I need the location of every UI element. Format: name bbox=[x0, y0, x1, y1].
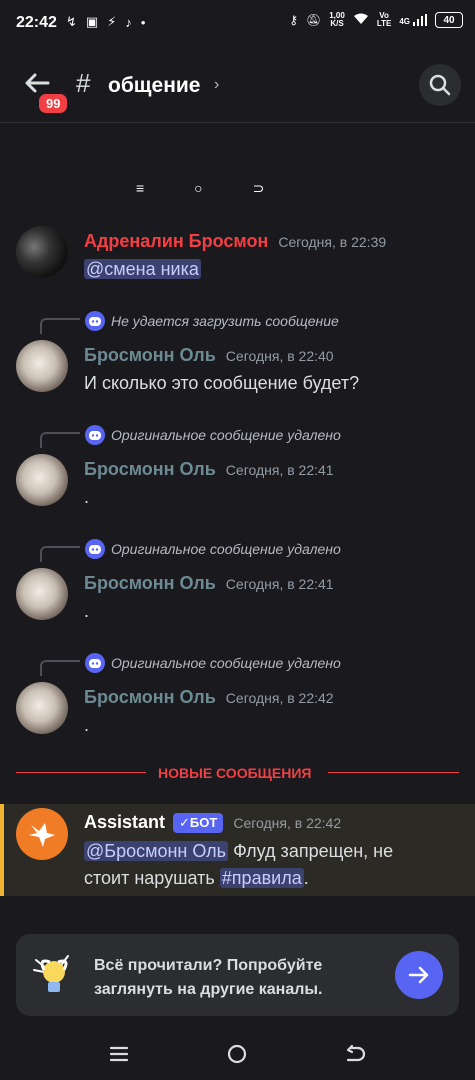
message-header: Бросмонн Оль Сегодня, в 22:41 bbox=[84, 459, 334, 480]
status-left-icons: ↯ ▣ ⚡ ♪ • bbox=[66, 14, 145, 30]
reply-connector bbox=[40, 546, 80, 562]
message-header: Бросмонн Оль Сегодня, в 22:42 bbox=[84, 687, 334, 708]
reply-connector bbox=[40, 318, 80, 334]
channel-header: 99 # общение › bbox=[0, 46, 475, 123]
all-read-card: Всё прочитали? Попробуйте заглянуть на д… bbox=[16, 934, 459, 1016]
avatar[interactable] bbox=[16, 454, 68, 506]
new-messages-label: НОВЫЕ СООБЩЕНИЯ bbox=[158, 765, 312, 781]
channel-title[interactable]: общение bbox=[108, 74, 200, 98]
discord-icon bbox=[85, 539, 105, 559]
avatar[interactable] bbox=[16, 340, 68, 392]
nfc-icon: ↯ bbox=[66, 14, 77, 29]
timestamp: Сегодня, в 22:40 bbox=[225, 348, 334, 364]
menu-icon[interactable]: ≡ bbox=[136, 180, 144, 197]
message-text-end: . bbox=[303, 868, 309, 888]
timestamp: Сегодня, в 22:42 bbox=[225, 690, 334, 706]
timestamp: Сегодня, в 22:41 bbox=[225, 576, 334, 592]
mini-navigation: ≡ ○ ⊃ bbox=[136, 180, 264, 197]
unread-badge: 99 bbox=[36, 91, 71, 116]
key-icon: ⚷ bbox=[289, 13, 298, 27]
reply-text: Оригинальное сообщение удалено bbox=[111, 427, 341, 443]
new-messages-line-right bbox=[328, 772, 459, 773]
signal-label: 4G bbox=[399, 17, 410, 26]
channel-link[interactable]: #правила bbox=[219, 868, 304, 888]
discord-icon bbox=[85, 311, 105, 331]
search-button[interactable] bbox=[419, 64, 461, 106]
speed-unit: K/S bbox=[330, 19, 344, 28]
battery-icon: 40 bbox=[435, 12, 463, 28]
system-navigation-bar bbox=[0, 1040, 475, 1080]
username[interactable]: Бросмонн Оль bbox=[84, 459, 216, 479]
username[interactable]: Бросмонн Оль bbox=[84, 687, 216, 707]
reply-preview[interactable]: Не удается загрузить сообщение bbox=[85, 311, 339, 331]
wifi-icon bbox=[353, 13, 369, 28]
message-header: Assistant ✓БОТ Сегодня, в 22:42 bbox=[84, 812, 341, 833]
timestamp: Сегодня, в 22:42 bbox=[233, 814, 342, 831]
timestamp: Сегодня, в 22:39 bbox=[278, 234, 387, 250]
volte-bottom: LTE bbox=[376, 19, 392, 28]
reply-text: Оригинальное сообщение удалено bbox=[111, 541, 341, 557]
return-icon[interactable]: ⊃ bbox=[253, 180, 265, 197]
arrow-right-icon bbox=[408, 966, 429, 984]
reply-preview[interactable]: Оригинальное сообщение удалено bbox=[85, 425, 341, 445]
message-text-part: стоит нарушать bbox=[84, 868, 220, 888]
status-time: 22:42 bbox=[16, 14, 57, 31]
username[interactable]: Бросмонн Оль bbox=[84, 573, 216, 593]
fox-logo-icon bbox=[29, 823, 55, 847]
home-icon[interactable]: ○ bbox=[194, 180, 202, 197]
discord-icon bbox=[85, 653, 105, 673]
recent-apps-icon[interactable] bbox=[108, 1044, 130, 1064]
mention[interactable]: @Бросмонн Оль bbox=[84, 841, 229, 861]
app-icon: ▣ bbox=[85, 14, 99, 29]
avatar[interactable] bbox=[16, 682, 68, 734]
search-icon bbox=[429, 74, 451, 96]
card-text: Всё прочитали? Попробуйте заглянуть на д… bbox=[94, 954, 323, 1002]
new-messages-line-left bbox=[16, 772, 146, 773]
avatar[interactable] bbox=[16, 568, 68, 620]
avatar[interactable] bbox=[16, 808, 68, 860]
home-icon[interactable] bbox=[226, 1043, 248, 1065]
chevron-right-icon[interactable]: › bbox=[214, 76, 219, 94]
next-channel-button[interactable] bbox=[395, 951, 443, 999]
message-text: . bbox=[84, 487, 90, 507]
mention[interactable]: @смена ника bbox=[84, 259, 201, 279]
status-bar: 22:42 ↯ ▣ ⚡ ♪ • ⚷ 🔕︎ 1,00 K/S Vo LTE 4G … bbox=[0, 0, 475, 46]
username[interactable]: Адреналин Бросмон bbox=[84, 231, 268, 251]
hash-icon: # bbox=[76, 68, 91, 98]
avatar[interactable] bbox=[16, 226, 68, 278]
card-line-1: Всё прочитали? Попробуйте bbox=[94, 957, 323, 974]
volte-indicator: Vo LTE bbox=[377, 12, 392, 28]
message-header: Бросмонн Оль Сегодня, в 22:40 bbox=[84, 345, 334, 366]
message-text: И сколько это сообщение будет? bbox=[84, 373, 360, 393]
back-icon[interactable] bbox=[344, 1044, 366, 1064]
timestamp: Сегодня, в 22:41 bbox=[225, 462, 334, 478]
username[interactable]: Бросмонн Оль bbox=[84, 345, 216, 365]
reply-connector bbox=[40, 432, 80, 448]
message-text: . bbox=[84, 715, 90, 735]
lightbulb-icon bbox=[32, 950, 76, 1005]
message-header: Бросмонн Оль Сегодня, в 22:41 bbox=[84, 573, 334, 594]
reply-preview[interactable]: Оригинальное сообщение удалено bbox=[85, 539, 341, 559]
reply-text: Оригинальное сообщение удалено bbox=[111, 655, 341, 671]
reply-preview[interactable]: Оригинальное сообщение удалено bbox=[85, 653, 341, 673]
message-text-part: Флуд запрещен, не bbox=[228, 841, 394, 861]
mute-icon: 🔕︎ bbox=[306, 13, 322, 27]
reply-connector bbox=[40, 660, 80, 676]
username[interactable]: Assistant bbox=[84, 812, 165, 833]
reply-text: Не удается загрузить сообщение bbox=[111, 313, 339, 329]
tiktok-icon: ♪ bbox=[125, 14, 132, 30]
dot-icon: • bbox=[140, 14, 146, 30]
message-text: . bbox=[84, 601, 90, 621]
net-speed: 1,00 K/S bbox=[329, 12, 345, 28]
message-text: @Бросмонн Оль Флуд запрещен, не стоит на… bbox=[84, 838, 459, 892]
signal-icon: 4G bbox=[399, 14, 427, 26]
discord-icon bbox=[85, 425, 105, 445]
run-icon: ⚡ bbox=[107, 14, 117, 29]
message-text: @смена ника bbox=[84, 256, 201, 283]
status-right-icons: ⚷ 🔕︎ 1,00 K/S Vo LTE 4G 40 bbox=[289, 12, 463, 28]
bot-badge: ✓БОТ bbox=[173, 812, 224, 833]
card-line-2: заглянуть на другие каналы. bbox=[94, 981, 323, 998]
message-header: Адреналин Бросмон Сегодня, в 22:39 bbox=[84, 231, 386, 252]
